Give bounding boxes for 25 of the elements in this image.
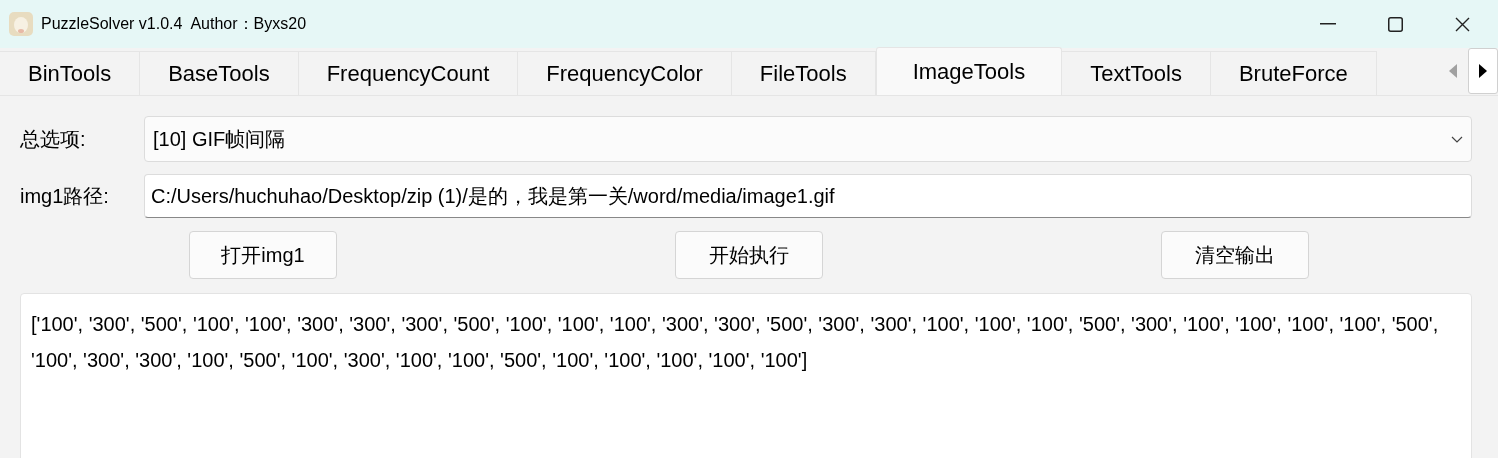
action-button[interactable]: 打开img1	[189, 231, 337, 279]
option-label: 总选项:	[20, 127, 87, 152]
minimize-icon[interactable]	[1320, 23, 1336, 25]
tab[interactable]: FrequencyCount	[298, 51, 519, 95]
action-button[interactable]: 清空输出	[1161, 231, 1309, 279]
scroll-right-button[interactable]	[1468, 48, 1498, 94]
path-label: img1路径:	[20, 184, 110, 209]
tab[interactable]: FrequencyColor	[518, 51, 732, 95]
action-button[interactable]: 开始执行	[675, 231, 823, 279]
left-arrow-icon	[1449, 64, 1457, 78]
right-arrow-icon	[1479, 64, 1487, 78]
tab[interactable]: BaseTools	[140, 51, 299, 95]
app-icon	[9, 12, 33, 36]
window-title: PuzzleSolver v1.0.4 Author：Byxs20	[41, 14, 307, 34]
output-text[interactable]: ['100', '300', '500', '100', '100', '300', '300', '300', '500', '100', '100', '100', '300', '300', '500', '300', '300', '100', '100', '100', '500', '300', '100', '100', '100', '100', '500', '100', '300', '300', '100', '500', '100', '300', '100', '100', '500', '100', '100', '100', '100', '100']	[20, 293, 1472, 458]
tab[interactable]: BruteForce	[1210, 51, 1377, 95]
maximize-icon[interactable]	[1388, 16, 1403, 32]
tab[interactable]: TextTools	[1062, 51, 1211, 95]
tab[interactable]: ImageTools	[875, 47, 1063, 95]
chevron-icon	[1451, 135, 1463, 143]
option-dropdown[interactable]: [10] GIF帧间隔	[144, 116, 1472, 162]
path-input[interactable]: C:/Users/huchuhao/Desktop/zip (1)/是的，我是第一关/word/media/image1.gif	[144, 174, 1472, 218]
tab[interactable]: BinTools	[0, 51, 141, 95]
tab[interactable]: FileTools	[731, 51, 876, 95]
close-icon[interactable]	[1455, 16, 1470, 32]
